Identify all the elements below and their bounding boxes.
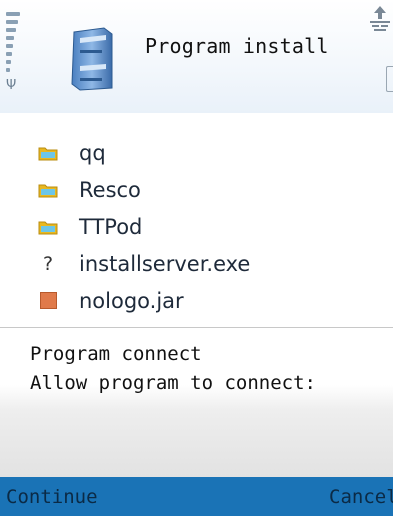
battery-icon: [386, 66, 393, 92]
jar-file-icon: [37, 292, 59, 310]
signal-strength-icon: Ψ: [6, 12, 20, 93]
installer-icon: [71, 27, 113, 91]
list-item[interactable]: TTPod: [0, 208, 393, 245]
folder-icon: [37, 218, 59, 236]
page-title: Program install: [145, 34, 329, 58]
cancel-button[interactable]: Cancel: [329, 486, 393, 508]
file-list: qq Resco TTPod ? installserver.exe nolog…: [0, 134, 393, 319]
unknown-file-icon: ?: [42, 252, 54, 275]
file-name: qq: [79, 140, 106, 165]
file-name: Resco: [79, 177, 141, 202]
list-item[interactable]: ? installserver.exe: [0, 245, 393, 282]
dialog-title: Program connect: [30, 343, 202, 365]
dialog-message: Allow program to connect:: [30, 372, 316, 394]
folder-icon: [37, 181, 59, 199]
list-item[interactable]: Resco: [0, 171, 393, 208]
connect-dialog: Program connect Allow program to connect…: [0, 327, 393, 478]
file-name: TTPod: [79, 214, 143, 239]
network-transfer-icon: [370, 6, 390, 31]
folder-icon: [37, 144, 59, 162]
softkey-bar: Continue Cancel: [0, 477, 393, 516]
list-item[interactable]: qq: [0, 134, 393, 171]
file-name: installserver.exe: [79, 251, 251, 276]
continue-button[interactable]: Continue: [6, 486, 98, 508]
file-name: nologo.jar: [79, 288, 184, 313]
list-item[interactable]: nologo.jar: [0, 282, 393, 319]
status-header: Ψ Program install: [0, 0, 393, 113]
